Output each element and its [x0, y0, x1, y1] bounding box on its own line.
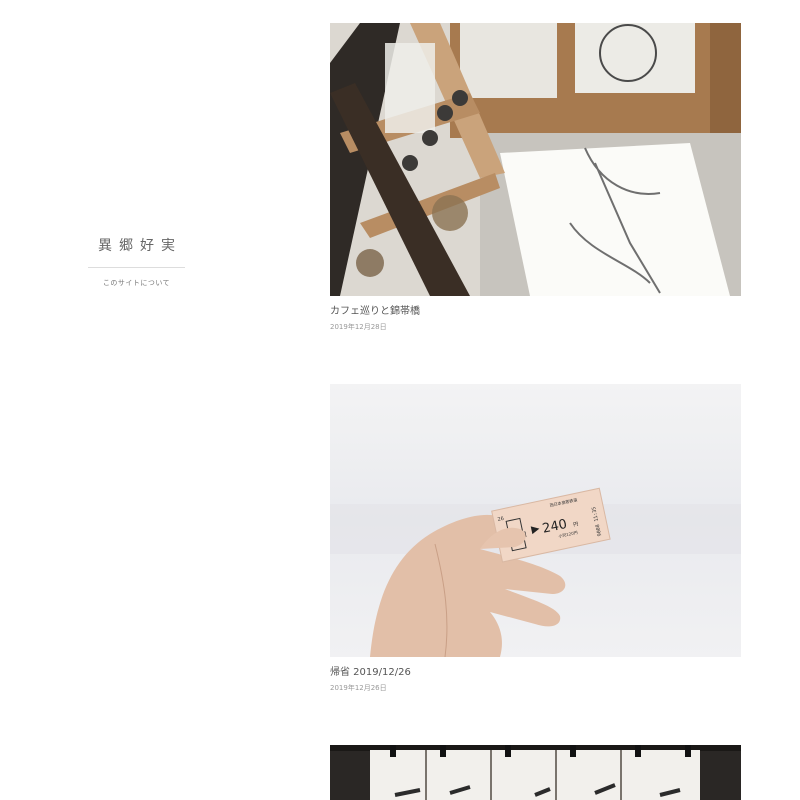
post-card — [330, 745, 741, 800]
post-date: 2019年12月26日 — [330, 684, 387, 692]
site-title-link[interactable]: 異郷好実 — [88, 232, 185, 260]
noren-curtain-photo — [330, 745, 741, 800]
sidebar: 異郷好実 このサイトについて — [88, 232, 185, 288]
page: 異郷好実 このサイトについて カフェ巡りと錦帯橋 2019年12月28日 西日本… — [0, 0, 800, 800]
about-link[interactable]: このサイトについて — [88, 278, 185, 288]
train-ticket-photo: 新山口 西日本旅客鉄道 240 円 小児120円 26 9008 11:35 — [330, 384, 741, 657]
post-date: 2019年12月28日 — [330, 323, 387, 331]
post-title-link[interactable]: 帰省 2019/12/26 — [330, 666, 741, 680]
post-card: 新山口 西日本旅客鉄道 240 円 小児120円 26 9008 11:35 帰… — [330, 384, 741, 693]
post-photo-link[interactable] — [330, 745, 741, 800]
cafe-shelf-photo — [330, 23, 741, 296]
post-photo-link[interactable] — [330, 23, 741, 296]
post-photo-link[interactable]: 新山口 西日本旅客鉄道 240 円 小児120円 26 9008 11:35 — [330, 384, 741, 657]
post-card: カフェ巡りと錦帯橋 2019年12月28日 — [330, 23, 741, 332]
sidebar-divider — [88, 267, 185, 268]
post-title-link[interactable]: カフェ巡りと錦帯橋 — [330, 305, 741, 319]
